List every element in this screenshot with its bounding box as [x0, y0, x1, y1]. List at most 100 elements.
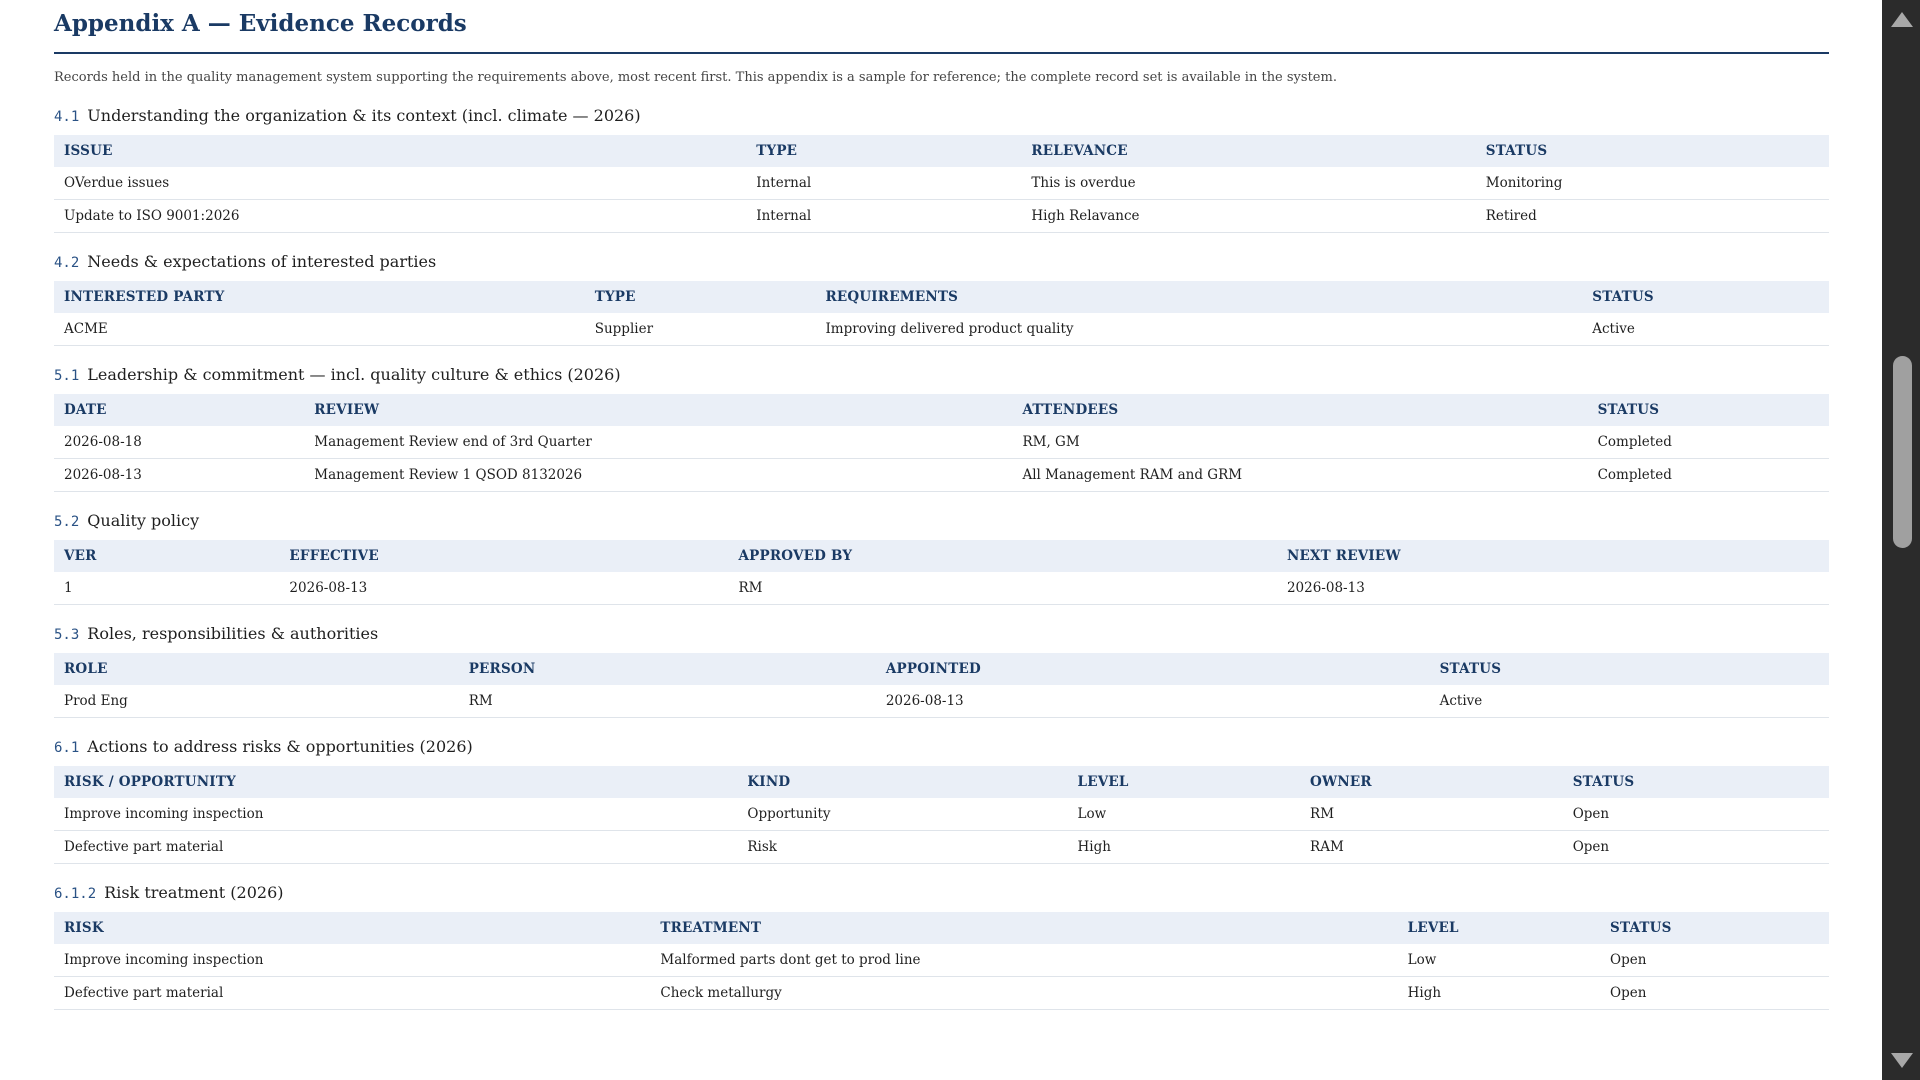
- table-cell: Retired: [1475, 199, 1829, 233]
- column-header: Treatment: [650, 912, 1398, 944]
- table-header-row: Issue Type Relevance Status: [54, 135, 1829, 167]
- section-title: Risk treatment (2026): [104, 883, 284, 902]
- column-header: Status: [1562, 766, 1829, 798]
- table-row: 1 2026-08-13 RM 2026-08-13: [54, 572, 1829, 605]
- column-header: Issue: [54, 135, 747, 167]
- table-row: Update to ISO 9001:2026 Internal High Rela…: [54, 199, 1829, 233]
- table-cell: Defective part material: [54, 976, 651, 1010]
- title-divider: [54, 52, 1829, 54]
- section-number: 5.3: [54, 627, 80, 643]
- column-header: Owner: [1300, 766, 1563, 798]
- section-number: 5.2: [54, 514, 80, 530]
- table-row: ACME Supplier Improving delivered product …: [54, 313, 1829, 346]
- column-header: Relevance: [1021, 135, 1476, 167]
- scroll-up-arrow-icon[interactable]: [1891, 12, 1913, 27]
- section-heading: 5.3 Roles, responsibilities & authorities: [54, 623, 1829, 645]
- evidence-table: Date Review Attendees Status 2026-08-18 Manag…: [54, 394, 1829, 492]
- evidence-table: Interested party Type Requirements Status AC…: [54, 281, 1829, 346]
- table-cell: RM: [728, 572, 1277, 605]
- scrollbar-thumb[interactable]: [1893, 356, 1912, 548]
- table-cell: Open: [1600, 976, 1829, 1010]
- table-cell: Malformed parts dont get to prod line: [650, 944, 1398, 977]
- section-number: 6.1: [54, 740, 80, 756]
- column-header: Requirements: [815, 281, 1583, 313]
- section-title: Roles, responsibilities & authorities: [87, 624, 379, 643]
- table-cell: Internal: [746, 199, 1022, 233]
- table-cell: This is overdue: [1021, 167, 1476, 200]
- table-cell: RM: [458, 685, 876, 718]
- table-cell: 2026-08-13: [875, 685, 1430, 718]
- table-header-row: Interested party Type Requirements Status: [54, 281, 1829, 313]
- vertical-scrollbar[interactable]: [1882, 0, 1920, 1080]
- column-header: Attendees: [1012, 394, 1588, 426]
- section-6-1-2: 6.1.2 Risk treatment (2026) Risk Treatment L…: [54, 882, 1829, 1010]
- table-cell: ACME: [54, 313, 585, 346]
- table-cell: Update to ISO 9001:2026: [54, 199, 747, 233]
- section-number: 5.1: [54, 368, 80, 384]
- table-row: Prod Eng RM 2026-08-13 Active: [54, 685, 1829, 718]
- table-cell: Open: [1562, 798, 1829, 831]
- column-header: Status: [1600, 912, 1829, 944]
- table-cell: Improve incoming inspection: [54, 798, 738, 831]
- evidence-table: Risk / opportunity Kind Level Owner Status Im…: [54, 766, 1829, 864]
- column-header: Date: [54, 394, 305, 426]
- table-cell: Completed: [1587, 426, 1829, 459]
- table-cell: 2026-08-13: [279, 572, 729, 605]
- table-cell: Active: [1429, 685, 1829, 718]
- column-header: Person: [458, 653, 876, 685]
- table-cell: Low: [1397, 944, 1600, 977]
- section-heading: 4.2 Needs & expectations of interested pa…: [54, 251, 1829, 273]
- column-header: Level: [1067, 766, 1301, 798]
- table-cell: 2026-08-13: [1276, 572, 1829, 605]
- table-cell: Prod Eng: [54, 685, 459, 718]
- column-header: Effective: [279, 540, 729, 572]
- table-header-row: Date Review Attendees Status: [54, 394, 1829, 426]
- table-cell: 1: [54, 572, 280, 605]
- table-cell: High Relavance: [1021, 199, 1476, 233]
- table-row: Improve incoming inspection Malformed par…: [54, 944, 1829, 977]
- table-cell: Open: [1562, 830, 1829, 864]
- table-cell: Check metallurgy: [650, 976, 1398, 1010]
- table-row: 2026-08-18 Management Review end of 3rd Q…: [54, 426, 1829, 459]
- evidence-table: Risk Treatment Level Status Improve incoming…: [54, 912, 1829, 1010]
- column-header: Approved by: [728, 540, 1277, 572]
- sections-container: 4.1 Understanding the organization & its …: [54, 105, 1829, 1010]
- table-cell: Internal: [746, 167, 1022, 200]
- evidence-table: Role Person Appointed Status Prod Eng RM 2026-…: [54, 653, 1829, 718]
- section-number: 6.1.2: [54, 886, 97, 902]
- section-heading: 5.2 Quality policy: [54, 510, 1829, 532]
- intro-text: Records held in the quality management s…: [54, 70, 1337, 85]
- column-header: Kind: [737, 766, 1068, 798]
- document: Appendix A — Evidence Records Records he…: [54, 0, 1829, 1010]
- column-header: Next review: [1276, 540, 1829, 572]
- column-header: Status: [1429, 653, 1829, 685]
- table-cell: Management Review end of 3rd Quarter: [304, 426, 1013, 459]
- section-5-3: 5.3 Roles, responsibilities & authorities…: [54, 623, 1829, 718]
- column-header: Level: [1397, 912, 1600, 944]
- table-cell: Active: [1582, 313, 1829, 346]
- section-heading: 5.1 Leadership & commitment — incl. quali…: [54, 364, 1829, 386]
- table-cell: Completed: [1587, 458, 1829, 492]
- table-cell: RM: [1300, 798, 1563, 831]
- table-cell: Opportunity: [737, 798, 1068, 831]
- column-header: Type: [746, 135, 1022, 167]
- section-heading: 6.1 Actions to address risks & opportunit…: [54, 736, 1829, 758]
- column-header: Status: [1475, 135, 1829, 167]
- table-cell: OVerdue issues: [54, 167, 747, 200]
- column-header: Review: [304, 394, 1013, 426]
- section-number: 4.1: [54, 109, 80, 125]
- table-cell: Open: [1600, 944, 1829, 977]
- section-5-1: 5.1 Leadership & commitment — incl. quali…: [54, 364, 1829, 492]
- table-cell: All Management RAM and GRM: [1012, 458, 1588, 492]
- table-cell: Supplier: [584, 313, 816, 346]
- section-5-2: 5.2 Quality policy Ver Effective Approved by…: [54, 510, 1829, 605]
- section-4-1: 4.1 Understanding the organization & its …: [54, 105, 1829, 233]
- column-header: Appointed: [875, 653, 1430, 685]
- table-header-row: Role Person Appointed Status: [54, 653, 1829, 685]
- column-header: Role: [54, 653, 459, 685]
- scroll-down-arrow-icon[interactable]: [1891, 1053, 1913, 1068]
- table-cell: Defective part material: [54, 830, 738, 864]
- table-cell: 2026-08-13: [54, 458, 305, 492]
- column-header: Status: [1587, 394, 1829, 426]
- table-row: OVerdue issues Internal This is overdue Mon…: [54, 167, 1829, 200]
